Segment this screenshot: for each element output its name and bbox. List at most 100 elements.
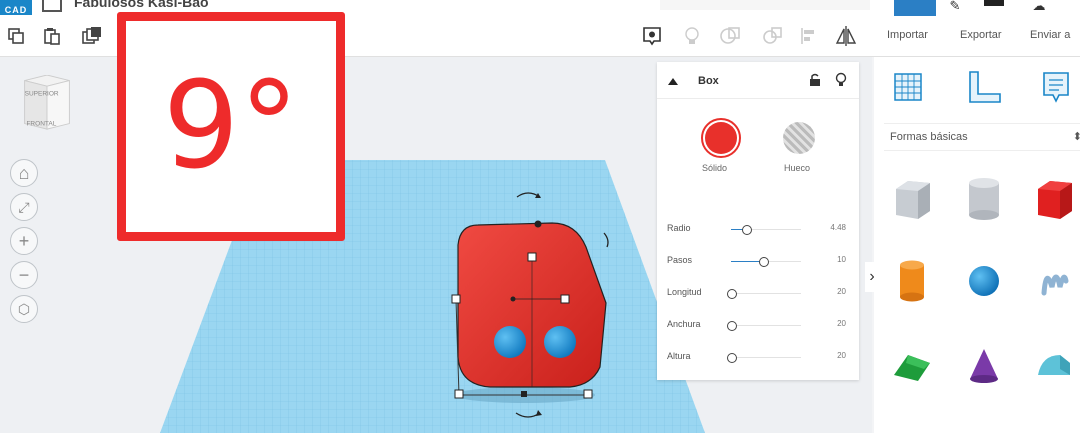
export-button[interactable]: Exportar bbox=[960, 29, 1002, 41]
param-label: Pasos bbox=[667, 255, 693, 265]
zoom-in-button[interactable]: + bbox=[10, 227, 38, 255]
library-tab-ruler[interactable] bbox=[964, 67, 1004, 107]
resize-handle[interactable] bbox=[521, 391, 527, 397]
resize-handle[interactable] bbox=[527, 252, 537, 262]
param-value[interactable]: 4.48 bbox=[830, 223, 846, 232]
align-icon bbox=[801, 28, 814, 44]
height-handle[interactable] bbox=[534, 220, 542, 228]
shape-cylinder-hole[interactable] bbox=[954, 169, 1014, 229]
fit-view-button[interactable]: ⤢ bbox=[10, 193, 38, 221]
copy-button[interactable] bbox=[4, 24, 28, 48]
param-label: Altura bbox=[667, 351, 691, 361]
param-value[interactable]: 10 bbox=[837, 255, 846, 264]
param-row-altura: Altura 20 bbox=[667, 351, 852, 365]
shape-cylinder[interactable] bbox=[882, 251, 942, 311]
duplicate-button[interactable] bbox=[80, 24, 104, 48]
cylinder-hole-icon bbox=[969, 178, 999, 220]
library-tab-notes[interactable] bbox=[1036, 67, 1076, 107]
send-to-button[interactable]: Enviar a bbox=[1030, 29, 1070, 41]
sphere-shape-right[interactable] bbox=[544, 326, 576, 358]
resize-handle[interactable] bbox=[583, 389, 593, 399]
shape-name[interactable]: Box bbox=[698, 75, 719, 87]
group-button[interactable] bbox=[718, 24, 742, 48]
perspective-button[interactable]: ⬡ bbox=[10, 295, 38, 323]
copy-icon bbox=[8, 28, 24, 44]
cylinder-icon bbox=[900, 260, 924, 302]
hole-label: Hueco bbox=[784, 163, 811, 173]
shape-box[interactable] bbox=[1024, 169, 1080, 229]
ungroup-button[interactable] bbox=[760, 24, 784, 48]
note-icon bbox=[1043, 72, 1069, 103]
group-icon bbox=[720, 27, 740, 44]
param-slider[interactable] bbox=[727, 321, 737, 331]
align-button[interactable] bbox=[796, 24, 820, 48]
solid-button[interactable] bbox=[701, 118, 741, 158]
viewcube-top-label: SUPERIOR bbox=[25, 91, 59, 98]
shape-roof[interactable] bbox=[882, 335, 942, 395]
design-icon bbox=[42, 0, 62, 12]
shape-panel: Box Sólido Hueco Radio 4.48 Pasos 10 Lon… bbox=[657, 62, 859, 380]
resize-handle[interactable] bbox=[451, 294, 461, 304]
plus-icon: + bbox=[18, 230, 30, 251]
note-button[interactable] bbox=[640, 24, 664, 48]
param-row-pasos: Pasos 10 bbox=[667, 255, 852, 269]
fit-icon: ⤢ bbox=[18, 198, 30, 215]
grid-view-button[interactable] bbox=[894, 0, 936, 16]
resize-handle[interactable] bbox=[454, 389, 464, 399]
ungroup-icon bbox=[763, 27, 782, 44]
box-hole-icon bbox=[896, 181, 930, 219]
shape-round-roof[interactable] bbox=[1024, 335, 1080, 395]
grid-icon bbox=[894, 73, 922, 101]
round-roof-icon bbox=[1038, 355, 1070, 375]
cube-icon: ⬡ bbox=[17, 300, 31, 317]
select-arrows-icon: ⬍ bbox=[1072, 131, 1080, 143]
shapes-library: Formas básicas ⬍ bbox=[874, 57, 1080, 433]
view-cube[interactable]: SUPERIOR FRONTAL bbox=[22, 75, 72, 131]
param-value[interactable]: 20 bbox=[837, 287, 846, 296]
param-slider[interactable] bbox=[742, 225, 753, 235]
sphere-shape-left[interactable] bbox=[494, 326, 526, 358]
zoom-out-button[interactable]: − bbox=[10, 261, 38, 289]
scribble-icon bbox=[1041, 274, 1069, 296]
paste-button[interactable] bbox=[40, 24, 64, 48]
shape-cone[interactable] bbox=[954, 335, 1014, 395]
speech-bubble-icon bbox=[643, 27, 661, 46]
param-label: Anchura bbox=[667, 319, 701, 329]
param-row-longitud: Longitud 20 bbox=[667, 287, 852, 301]
shape-panel-header: Box bbox=[657, 62, 859, 99]
user-add-icon[interactable]: ☁ bbox=[1028, 0, 1050, 12]
shape-category-select[interactable]: Formas básicas ⬍ bbox=[884, 123, 1080, 151]
param-value[interactable]: 20 bbox=[837, 351, 846, 360]
cone-icon bbox=[970, 349, 998, 383]
lock-icon[interactable] bbox=[809, 73, 821, 87]
minus-icon: − bbox=[18, 264, 30, 285]
library-tab-grid[interactable] bbox=[888, 67, 928, 107]
design-title[interactable]: Fabulosos Kasi-Bao bbox=[74, 0, 209, 10]
tinkercad-logo[interactable]: CAD bbox=[0, 0, 32, 15]
resize-handle[interactable] bbox=[560, 294, 570, 304]
collapse-arrow-icon[interactable] bbox=[667, 76, 679, 86]
shape-scribble[interactable] bbox=[1024, 251, 1080, 311]
blocks-icon[interactable] bbox=[984, 0, 1004, 6]
import-button[interactable]: Importar bbox=[887, 29, 928, 41]
solid-swatch bbox=[705, 122, 737, 154]
visibility-bulb-icon[interactable] bbox=[835, 72, 847, 88]
param-value[interactable]: 20 bbox=[837, 319, 846, 328]
hole-button[interactable] bbox=[783, 122, 815, 154]
shape-sphere[interactable] bbox=[954, 251, 1014, 311]
param-row-radio: Radio 4.48 bbox=[667, 223, 852, 237]
shape-box-hole[interactable] bbox=[882, 169, 942, 229]
search-input[interactable] bbox=[660, 0, 870, 10]
home-icon: ⌂ bbox=[18, 162, 30, 183]
mirror-button[interactable] bbox=[834, 24, 858, 48]
light-bulb-button[interactable] bbox=[680, 24, 704, 48]
param-slider[interactable] bbox=[727, 353, 737, 363]
param-slider[interactable] bbox=[758, 257, 769, 267]
sphere-icon bbox=[969, 266, 999, 296]
param-slider[interactable] bbox=[727, 289, 737, 299]
shape-category-value: Formas básicas bbox=[890, 131, 968, 143]
box-icon bbox=[1038, 181, 1072, 219]
pencil-icon[interactable]: ✎ bbox=[944, 0, 966, 12]
light-bulb-icon bbox=[685, 27, 699, 44]
home-view-button[interactable]: ⌂ bbox=[10, 159, 38, 187]
